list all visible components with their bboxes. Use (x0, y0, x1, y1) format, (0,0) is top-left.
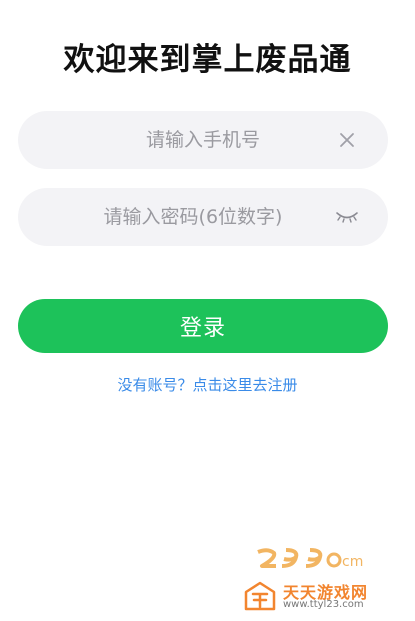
eye-closed-icon[interactable] (332, 202, 362, 232)
watermark-top: cm (254, 546, 374, 570)
phone-field[interactable] (18, 111, 388, 169)
register-link[interactable]: 没有账号？点击这里去注册 (0, 374, 415, 395)
password-field[interactable] (18, 188, 388, 246)
login-button[interactable]: 登录 (18, 299, 388, 353)
watermark-bottom: 天天游戏网 www.ttyl23.com (243, 578, 403, 614)
site-url: www.ttyl23.com (283, 599, 364, 610)
site-logo-icon (243, 580, 277, 612)
close-icon[interactable] (332, 125, 362, 155)
login-screen: 欢迎来到掌上废品通 登录 没有账号？点击这里去注册 cm (0, 0, 415, 621)
svg-text:cm: cm (342, 554, 363, 570)
page-title: 欢迎来到掌上废品通 (63, 42, 352, 78)
